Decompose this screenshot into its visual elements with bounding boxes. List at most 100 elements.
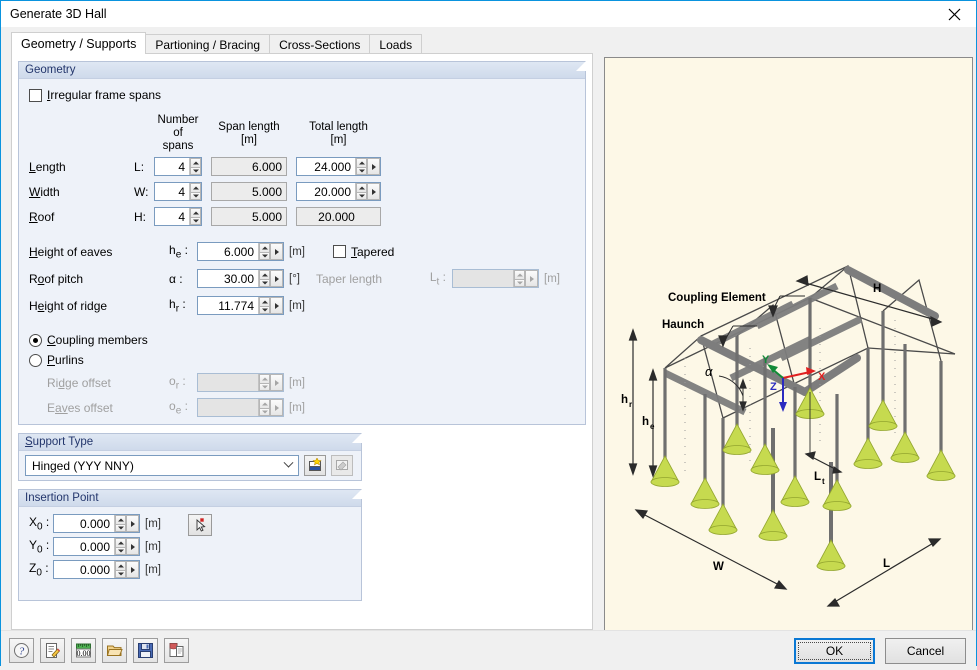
irregular-frame-spans-checkbox[interactable]: [29, 88, 42, 102]
ridge-input[interactable]: 11.774: [197, 296, 284, 315]
ridge-offset-value: [198, 374, 258, 391]
ok-button[interactable]: OK: [794, 637, 875, 664]
eaves-more-button[interactable]: [270, 243, 283, 260]
roof-span-length-value: 5.000: [251, 209, 282, 224]
eaves-unit: [m]: [289, 245, 305, 258]
ridge-more-button[interactable]: [270, 297, 283, 314]
new-support-button[interactable]: [304, 455, 326, 476]
eaves-value: 6.000: [223, 244, 254, 259]
eaves-offset-input: [197, 398, 284, 417]
pitch-unit: [°]: [289, 272, 300, 285]
width-spans-input[interactable]: 4: [154, 182, 202, 201]
coupling-members-radio[interactable]: [29, 333, 42, 347]
pitch-input[interactable]: 30.00: [197, 269, 284, 288]
row-symbol-roof: H:: [134, 209, 147, 224]
eaves-input[interactable]: 6.000: [197, 242, 284, 261]
irregular-frame-spans-row: Irregular frame spans: [29, 88, 575, 102]
tab-loads[interactable]: Loads: [369, 34, 423, 54]
label-eaves-height: h: [642, 416, 649, 428]
insertion-x-spinner[interactable]: [114, 515, 126, 532]
pick-point-button[interactable]: [187, 514, 212, 536]
save-button[interactable]: [133, 638, 158, 663]
label-length: L: [883, 558, 890, 570]
length-total-more-button[interactable]: [367, 158, 380, 175]
tab-cross-sections[interactable]: Cross-Sections: [269, 34, 371, 54]
cancel-button[interactable]: Cancel: [885, 637, 966, 664]
tab-label: Cross-Sections: [279, 37, 361, 52]
ridge-offset-row: Ridge offset or : [m]: [29, 373, 575, 392]
tab-geometry-supports[interactable]: Geometry / Supports: [11, 32, 147, 54]
insertion-x-input[interactable]: 0.000: [53, 514, 140, 533]
eaves-offset-row: Eaves offset oe : [m]: [29, 398, 575, 417]
dialog-window: Generate 3D Hall Geometry / Supports Par…: [0, 0, 977, 670]
help-icon: ?: [14, 643, 29, 658]
label-haunch: Haunch: [662, 319, 704, 331]
ok-button-label: OK: [825, 643, 844, 658]
length-spans-spinner[interactable]: [189, 158, 201, 175]
taper-length-symbol: Lt :: [429, 269, 446, 288]
tab-label: Geometry / Supports: [21, 36, 137, 51]
insertion-y-more-button[interactable]: [126, 538, 139, 555]
cancel-button-label: Cancel: [906, 643, 945, 658]
tab-strip: Geometry / Supports Partioning / Bracing…: [11, 32, 598, 54]
svg-text:?: ?: [19, 646, 25, 658]
pitch-row: Roof pitch α : 30.00 [°] Taper length Lt…: [29, 269, 575, 288]
pitch-symbol: α :: [169, 271, 183, 286]
roof-spans-spinner[interactable]: [189, 208, 201, 225]
row-symbol-width: W:: [134, 184, 149, 199]
roof-spans-input[interactable]: 4: [154, 207, 202, 226]
left-pane: Geometry / Supports Partioning / Bracing…: [1, 27, 598, 636]
ridge-offset-symbol: or :: [169, 373, 186, 392]
width-total-spinner[interactable]: [355, 183, 367, 200]
length-spans-input[interactable]: 4: [154, 157, 202, 176]
width-total-input[interactable]: 20.000: [296, 182, 381, 201]
tapered-checkbox[interactable]: [332, 245, 346, 258]
pitch-more-button[interactable]: [270, 270, 283, 287]
insertion-z-row: Z0 : 0.000 [m]: [29, 560, 161, 579]
ridge-label: Height of ridge: [29, 298, 108, 313]
coupling-members-row[interactable]: Coupling members: [29, 333, 575, 347]
eaves-spinner[interactable]: [258, 243, 270, 260]
info-button[interactable]: [164, 638, 189, 663]
width-total-more-button[interactable]: [367, 183, 380, 200]
edit-support-button: [331, 455, 353, 476]
insertion-y-input[interactable]: 0.000: [53, 537, 140, 556]
tab-partioning-bracing[interactable]: Partioning / Bracing: [145, 34, 271, 54]
insertion-x-more-button[interactable]: [126, 515, 139, 532]
units-icon: 0.00: [76, 643, 91, 658]
insertion-z-more-button[interactable]: [126, 561, 139, 578]
eaves-offset-more-button: [270, 399, 283, 416]
eaves-symbol: he :: [169, 242, 188, 261]
insertion-z-spinner[interactable]: [114, 561, 126, 578]
close-button[interactable]: [932, 1, 976, 27]
geometry-group-title: Geometry: [25, 64, 76, 76]
width-spans-spinner[interactable]: [189, 183, 201, 200]
open-button[interactable]: [102, 638, 127, 663]
insertion-point-group-header: Insertion Point: [19, 490, 361, 507]
help-button[interactable]: ?: [9, 638, 34, 663]
pitch-spinner[interactable]: [258, 270, 270, 287]
units-button[interactable]: 0.00: [71, 638, 96, 663]
roof-total-value: 20.000: [318, 209, 355, 224]
edit-button[interactable]: [40, 638, 65, 663]
insertion-x-value: 0.000: [79, 516, 110, 531]
ridge-spinner[interactable]: [258, 297, 270, 314]
pick-point-icon: [196, 517, 206, 532]
length-spans-value: 4: [178, 159, 185, 174]
support-type-combo[interactable]: Hinged (YYY NNY): [25, 455, 299, 476]
insertion-y-spinner[interactable]: [114, 538, 126, 555]
taper-length-unit: [m]: [544, 272, 560, 285]
length-total-spinner[interactable]: [355, 158, 367, 175]
coupling-members-label: Coupling members: [47, 333, 148, 347]
save-icon: [138, 643, 153, 658]
purlins-radio[interactable]: [29, 353, 42, 367]
eaves-offset-spinner: [258, 399, 270, 416]
window-title: Generate 3D Hall: [10, 7, 107, 21]
insertion-z-input[interactable]: 0.000: [53, 560, 140, 579]
length-total-input[interactable]: 24.000: [296, 157, 381, 176]
purlins-row[interactable]: Purlins: [29, 353, 575, 367]
insertion-z-symbol: Z0 :: [29, 560, 49, 579]
title-bar: Generate 3D Hall: [1, 1, 976, 27]
edit-support-icon: [336, 460, 348, 471]
insertion-y-symbol: Y0 :: [29, 537, 50, 556]
